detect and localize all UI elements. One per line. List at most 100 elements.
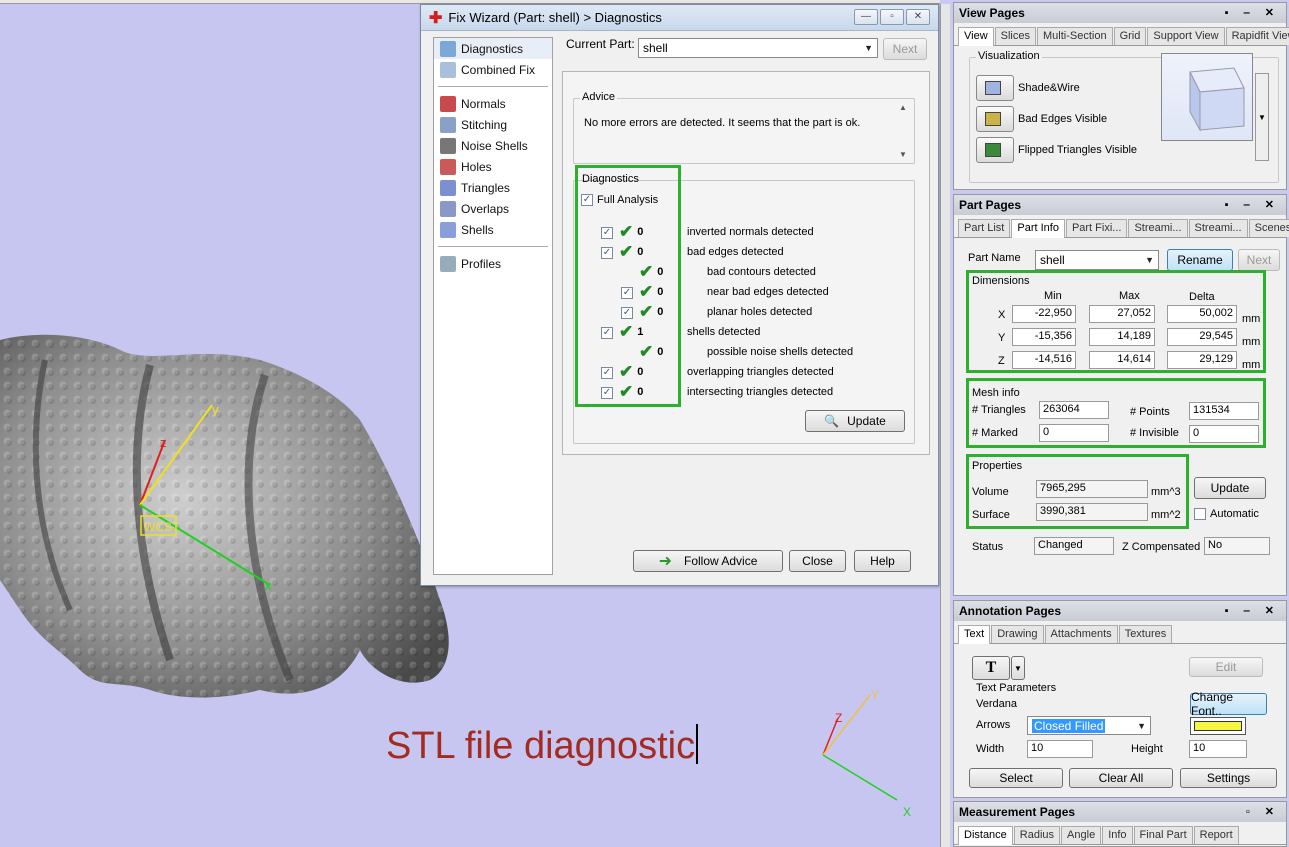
close-window-button[interactable]: ✕ <box>906 9 930 25</box>
automatic-checkbox[interactable] <box>1194 508 1206 520</box>
automatic-row[interactable]: Automatic <box>1194 508 1259 520</box>
text-tool-dropdown[interactable]: ▼ <box>1011 656 1025 680</box>
text-parameters-title: Text Parameters <box>976 682 1057 694</box>
dialog-titlebar[interactable]: ✚ Fix Wizard (Part: shell) > Diagnostics… <box>421 5 938 31</box>
settings-button[interactable]: Settings <box>1180 768 1277 788</box>
nav-item-diagnostics[interactable]: Diagnostics <box>434 38 552 59</box>
nav-divider <box>438 246 548 247</box>
dim-unit: mm <box>1242 313 1261 325</box>
panel-splitter[interactable] <box>940 4 950 847</box>
z-compensated-label: Z Compensated <box>1122 541 1201 553</box>
tab-info[interactable]: Info <box>1102 826 1133 844</box>
diagnostic-label: near bad edges detected <box>707 286 829 298</box>
panel-controls[interactable]: ▪ ‒ ✕ <box>1225 604 1280 617</box>
tab-angle[interactable]: Angle <box>1061 826 1102 844</box>
next-button[interactable]: Next <box>883 38 927 60</box>
shells-icon <box>440 221 456 238</box>
dim-max-field: 14,189 <box>1089 328 1155 346</box>
tab-part-fixi[interactable]: Part Fixi... <box>1065 219 1128 237</box>
annotation-text[interactable]: STL file diagnostic <box>386 724 699 768</box>
tab-part-list[interactable]: Part List <box>958 219 1011 237</box>
nav-item-triangles[interactable]: Triangles <box>434 177 552 198</box>
current-part-select[interactable]: shell ▼ <box>638 38 878 58</box>
tab-view[interactable]: View <box>958 27 994 46</box>
update-label: Update <box>847 414 886 428</box>
edit-button[interactable]: Edit <box>1189 657 1263 677</box>
visualization-item-label: Flipped Triangles Visible <box>1018 144 1138 156</box>
dim-unit: mm <box>1242 359 1261 371</box>
mini-y-label: Y <box>871 688 879 702</box>
tab-final-part[interactable]: Final Part <box>1133 826 1193 844</box>
part-pages-header: Part Pages ▪ ‒ ✕ <box>954 195 1286 215</box>
dim-min-field: -22,950 <box>1012 305 1076 323</box>
tab-part-info[interactable]: Part Info <box>1011 219 1065 238</box>
properties-update-button[interactable]: Update <box>1194 477 1266 499</box>
tab-grid[interactable]: Grid <box>1113 27 1147 45</box>
change-font-button[interactable]: Change Font.. <box>1190 690 1267 718</box>
width-field[interactable]: 10 <box>1027 740 1093 758</box>
tab-radius[interactable]: Radius <box>1013 826 1061 844</box>
nav-item-shells[interactable]: Shells <box>434 219 552 240</box>
rename-button[interactable]: Rename <box>1167 249 1233 271</box>
z-compensated-field: No <box>1204 537 1270 555</box>
tab-scenes[interactable]: Scenes <box>1248 219 1289 237</box>
nav-item-normals[interactable]: Normals <box>434 93 552 114</box>
tab-report[interactable]: Report <box>1193 826 1239 844</box>
advice-scrollbar[interactable]: ▲ ▼ <box>896 103 910 159</box>
select-button[interactable]: Select <box>969 768 1063 788</box>
tab-drawing[interactable]: Drawing <box>991 625 1044 643</box>
tab-attachments[interactable]: Attachments <box>1044 625 1118 643</box>
tab-multi-section[interactable]: Multi-Section <box>1037 27 1113 45</box>
part-name-select[interactable]: shell ▼ <box>1035 250 1159 270</box>
minimize-button[interactable]: — <box>854 9 878 25</box>
clear-all-button[interactable]: Clear All <box>1069 768 1173 788</box>
bad-edges-toggle[interactable] <box>976 106 1014 132</box>
annotation-pages-panel: Annotation Pages ▪ ‒ ✕ Text Drawing Attachm… <box>953 600 1287 798</box>
measurement-pages-header: Measurement Pages ▫ ✕ <box>954 802 1286 822</box>
maximize-button[interactable]: ▫ <box>880 9 904 25</box>
help-button[interactable]: Help <box>854 550 911 572</box>
overlaps-icon <box>440 200 456 217</box>
view-cube[interactable] <box>1161 53 1253 141</box>
tab-rapidfit-view[interactable]: Rapidfit View <box>1225 27 1289 45</box>
text-tool-button[interactable]: T <box>972 656 1010 680</box>
arrow-color-swatch[interactable] <box>1190 717 1246 735</box>
tab-slices[interactable]: Slices <box>994 27 1036 45</box>
bad-edges-icon <box>985 112 1001 126</box>
diagnostic-label: planar holes detected <box>707 306 813 318</box>
arrows-select[interactable]: Closed Filled ▼ <box>1027 716 1151 735</box>
panel-controls[interactable]: ▪ ‒ ✕ <box>1225 198 1280 211</box>
nav-item-profiles[interactable]: Profiles <box>434 253 552 274</box>
tab-textures[interactable]: Textures <box>1118 625 1173 643</box>
panel-controls[interactable]: ▪ ‒ ✕ <box>1225 6 1280 19</box>
chevron-down-icon: ▼ <box>1137 720 1146 731</box>
height-field[interactable]: 10 <box>1189 740 1247 758</box>
nav-item-noise-shells[interactable]: Noise Shells <box>434 135 552 156</box>
close-button[interactable]: Close <box>789 550 846 572</box>
magnifier-icon <box>440 40 456 57</box>
tab-support-view[interactable]: Support View <box>1147 27 1225 45</box>
update-button[interactable]: 🔍 Update <box>805 410 905 432</box>
next-part-button[interactable]: Next <box>1238 249 1280 271</box>
measurement-pages-title: Measurement Pages <box>959 805 1076 819</box>
nav-item-combined-fix[interactable]: Combined Fix <box>434 59 552 80</box>
tab-text[interactable]: Text <box>958 625 991 644</box>
part-pages-title: Part Pages <box>959 198 1022 212</box>
view-tabs: View Slices Multi-Section Grid Support View R… <box>954 23 1289 46</box>
nav-item-holes[interactable]: Holes <box>434 156 552 177</box>
panel-controls[interactable]: ▫ ✕ <box>1246 805 1280 818</box>
tab-streami[interactable]: Streami... <box>1128 219 1188 237</box>
shade-wire-toggle[interactable] <box>976 75 1014 101</box>
stitching-icon <box>440 116 456 133</box>
tab-streami[interactable]: Streami... <box>1188 219 1248 237</box>
nav-item-overlaps[interactable]: Overlaps <box>434 198 552 219</box>
viewcube-dropdown[interactable]: ▼ <box>1255 73 1269 161</box>
dim-axis-label: Z <box>998 355 1005 367</box>
mesh-info-title: Mesh info <box>972 387 1020 399</box>
current-part-label: Current Part: <box>566 37 635 51</box>
flipped-triangles-toggle[interactable] <box>976 137 1014 163</box>
tab-distance[interactable]: Distance <box>958 826 1013 845</box>
surface-unit: mm^2 <box>1151 509 1181 521</box>
nav-item-stitching[interactable]: Stitching <box>434 114 552 135</box>
follow-advice-button[interactable]: ➜ Follow Advice <box>633 550 783 572</box>
